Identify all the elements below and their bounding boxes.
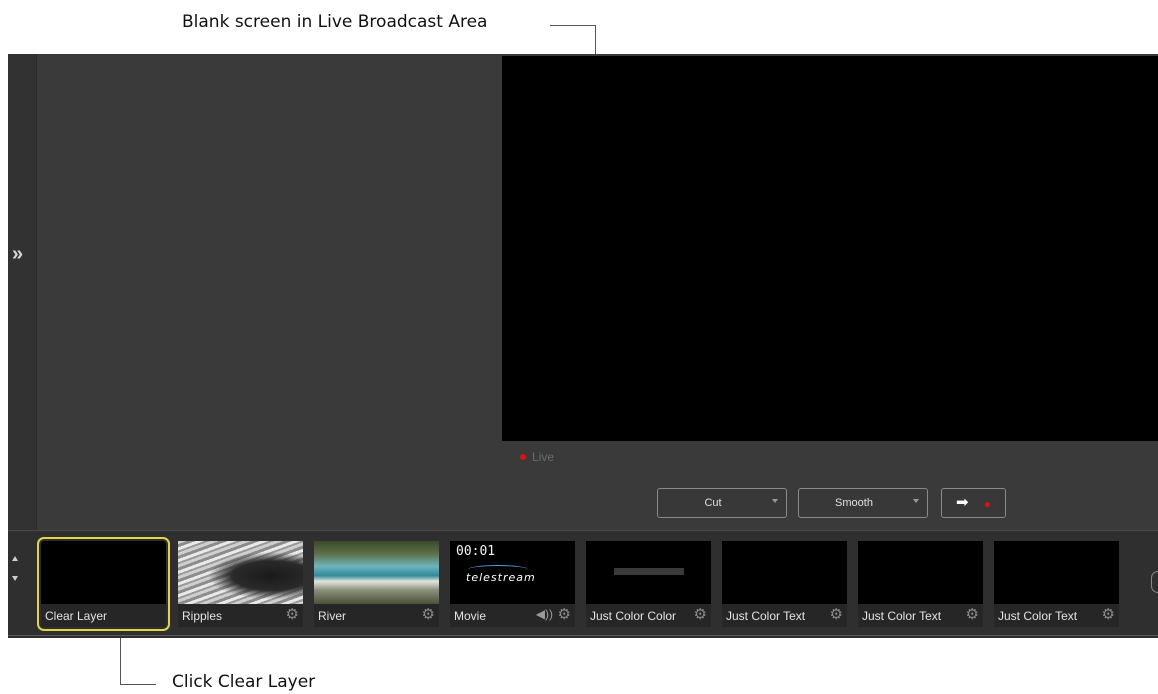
shot-label-bar: Just Color Color ⚙ — [586, 604, 711, 627]
annotation-clear-layer: Click Clear Layer — [172, 672, 316, 692]
shot-thumbnail — [178, 541, 303, 604]
annotation-leader-bottom-h — [120, 684, 156, 685]
telestream-logo: telestream — [466, 571, 536, 584]
shot-just-color-text[interactable]: Just Color Text ⚙ — [722, 541, 847, 627]
shot-movie[interactable]: 00:01 telestream Movie ◀)) ⚙ — [450, 541, 575, 627]
shot-label-bar: River ⚙ — [314, 604, 439, 627]
strip-divider — [8, 635, 1158, 636]
gear-icon[interactable]: ⚙ — [422, 606, 435, 623]
transition-speed-dropdown[interactable]: Smooth — [798, 488, 928, 518]
live-broadcast-area: Live Cut Smooth ➡ — [37, 54, 1158, 530]
gear-icon[interactable]: ⚙ — [558, 606, 571, 623]
shot-label-bar: Movie ◀)) ⚙ — [450, 604, 575, 627]
sidebar-collapsed: » — [8, 54, 37, 530]
gear-icon[interactable]: ⚙ — [694, 606, 707, 623]
shot-just-color-text[interactable]: Just Color Text ⚙ — [994, 541, 1119, 627]
shot-label: Clear Layer — [45, 609, 108, 623]
shot-label: River — [318, 609, 347, 623]
shot-just-color-text[interactable]: Just Color Text ⚙ — [858, 541, 983, 627]
shot-thumbnail — [614, 568, 684, 575]
shot-label: Just Color Text — [998, 609, 1078, 623]
live-label: Live — [532, 450, 555, 464]
shot-just-color-color[interactable]: Just Color Color ⚙ — [586, 541, 711, 627]
arrow-right-icon: ➡ — [956, 494, 969, 511]
double-chevron-right-icon[interactable]: » — [12, 244, 23, 264]
gear-icon[interactable]: ⚙ — [830, 606, 843, 623]
arrow-up-icon[interactable] — [12, 556, 18, 561]
transition-speed-label: Smooth — [835, 497, 873, 509]
chevron-down-icon — [772, 499, 778, 503]
shot-label: Just Color Text — [726, 609, 806, 623]
gear-icon[interactable]: ⚙ — [1102, 606, 1115, 623]
shot-ripples[interactable]: Ripples ⚙ — [178, 541, 303, 627]
scroll-handle[interactable] — [1151, 571, 1158, 593]
take-live-button[interactable]: ➡ — [941, 488, 1006, 518]
shot-thumbnail — [314, 541, 439, 604]
chevron-down-icon — [913, 499, 919, 503]
live-dot-icon — [520, 454, 526, 460]
shot-strip: Clear Layer Ripples ⚙ River ⚙ 00:01 tele… — [8, 530, 1158, 638]
gear-icon[interactable]: ⚙ — [286, 606, 299, 623]
gear-icon[interactable]: ⚙ — [966, 606, 979, 623]
app-window: » Live Cut Smooth ➡ Clear Layer Ripples … — [8, 54, 1158, 638]
shot-label-bar: Just Color Text ⚙ — [994, 604, 1119, 627]
shot-label: Movie — [454, 609, 487, 623]
shot-label-bar: Just Color Text ⚙ — [722, 604, 847, 627]
shot-river[interactable]: River ⚙ — [314, 541, 439, 627]
live-video-preview — [502, 56, 1158, 441]
arrow-down-icon[interactable] — [12, 576, 18, 581]
live-dot-icon — [985, 502, 990, 507]
shot-label: Just Color Color — [590, 609, 677, 623]
shot-label-bar: Clear Layer — [41, 604, 166, 627]
shot-label-bar: Ripples ⚙ — [178, 604, 303, 627]
shot-label-bar: Just Color Text ⚙ — [858, 604, 983, 627]
shot-label: Just Color Text — [862, 609, 942, 623]
shot-label: Ripples — [182, 609, 223, 623]
annotation-leader-top-h — [550, 25, 595, 26]
annotation-live-area: Blank screen in Live Broadcast Area — [182, 12, 488, 32]
live-indicator: Live — [520, 450, 554, 464]
transition-type-label: Cut — [704, 497, 722, 509]
speaker-icon[interactable]: ◀)) — [536, 607, 553, 621]
shot-timecode: 00:01 — [456, 544, 496, 559]
shot-clear-layer[interactable]: Clear Layer — [37, 537, 170, 631]
transition-type-dropdown[interactable]: Cut — [657, 488, 787, 518]
